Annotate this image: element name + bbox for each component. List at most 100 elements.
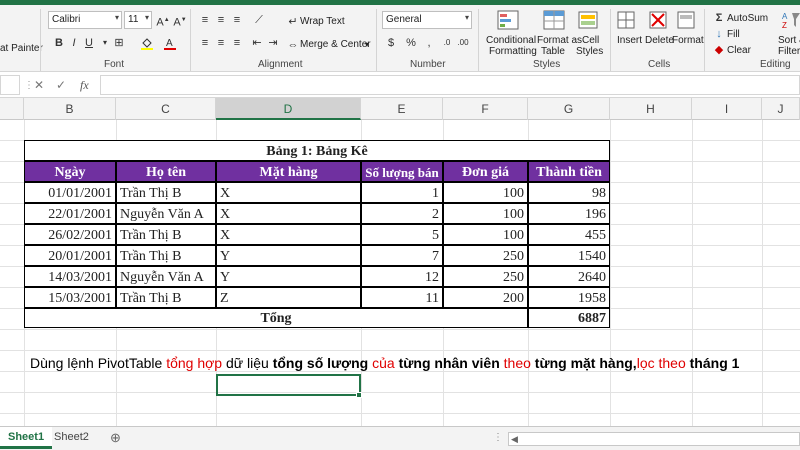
table-cell[interactable]: X xyxy=(216,224,361,245)
name-box[interactable] xyxy=(0,75,20,95)
table-cell[interactable]: 14/03/2001 xyxy=(24,266,116,287)
eraser-icon[interactable]: ◆ xyxy=(712,43,726,57)
increase-decimal-icon[interactable]: .0 xyxy=(440,36,454,50)
column-header-d[interactable]: D xyxy=(216,98,361,120)
table-cell[interactable]: 250 xyxy=(443,266,528,287)
underline-dropdown-icon[interactable]: ▾ xyxy=(98,36,112,50)
chevron-down-icon[interactable]: ▾ xyxy=(365,39,369,51)
scroll-left-icon[interactable]: ◀ xyxy=(511,433,518,445)
format-as-table-button-line2[interactable]: Table xyxy=(541,46,565,58)
column-header-i[interactable]: I xyxy=(692,98,762,120)
enter-icon[interactable]: ✓ xyxy=(56,79,66,91)
selected-cell[interactable] xyxy=(216,374,361,396)
table-cell[interactable]: 196 xyxy=(528,203,610,224)
merge-center-icon[interactable]: ⇔ xyxy=(286,38,300,52)
cell-styles-button-line2[interactable]: Styles xyxy=(576,46,603,58)
wrap-text-button[interactable]: Wrap Text xyxy=(300,16,345,28)
conditional-formatting-button-line2[interactable]: Formatting xyxy=(489,46,537,58)
table-cell[interactable]: 100 xyxy=(443,203,528,224)
format-button[interactable]: Format xyxy=(672,35,704,47)
insert-button[interactable]: Insert xyxy=(617,35,642,47)
wrap-text-icon[interactable]: ↵ xyxy=(286,15,300,29)
insert-function-icon[interactable]: fx xyxy=(80,79,89,91)
borders-icon[interactable]: ⊞ xyxy=(112,36,126,50)
table-header-amount[interactable]: Thành tiền xyxy=(528,161,610,182)
align-left-icon[interactable]: ≡ xyxy=(198,36,212,50)
insert-cells-icon[interactable] xyxy=(614,9,640,33)
table-cell[interactable]: 01/01/2001 xyxy=(24,182,116,203)
clear-button[interactable]: Clear xyxy=(727,45,751,57)
table-cell[interactable]: 26/02/2001 xyxy=(24,224,116,245)
fill-icon[interactable]: ↓ xyxy=(712,27,726,41)
fill-button[interactable]: Fill xyxy=(727,29,740,41)
decrease-font-icon[interactable]: A▼ xyxy=(173,13,187,29)
select-all-corner[interactable] xyxy=(0,98,24,120)
table-cell[interactable]: 22/01/2001 xyxy=(24,203,116,224)
currency-icon[interactable]: $ xyxy=(384,36,398,50)
font-color-icon[interactable]: A xyxy=(163,36,177,50)
column-header-j[interactable]: J xyxy=(762,98,800,120)
table-header-price[interactable]: Đơn giá xyxy=(443,161,528,182)
underline-button[interactable]: U xyxy=(82,36,96,50)
conditional-formatting-icon[interactable] xyxy=(496,9,522,33)
increase-font-icon[interactable]: A▲ xyxy=(156,13,170,29)
total-label[interactable]: Tổng xyxy=(24,308,528,328)
align-middle-icon[interactable]: ≡ xyxy=(214,13,228,27)
delete-cells-icon[interactable] xyxy=(646,9,672,33)
table-cell[interactable]: X xyxy=(216,182,361,203)
column-header-c[interactable]: C xyxy=(116,98,216,120)
autosum-button[interactable]: AutoSum xyxy=(727,13,768,25)
table-cell[interactable]: Trần Thị B xyxy=(116,182,216,203)
table-title[interactable]: Bảng 1: Bảng Kê xyxy=(24,140,610,161)
table-cell[interactable]: 98 xyxy=(528,182,610,203)
table-cell[interactable]: 200 xyxy=(443,287,528,308)
table-cell[interactable]: 12 xyxy=(361,266,443,287)
sort-filter-icon[interactable]: AZ xyxy=(780,9,800,33)
table-header-date[interactable]: Ngày xyxy=(24,161,116,182)
instruction-text[interactable]: Dùng lệnh PivotTable tổng hợp dữ liệu tổ… xyxy=(30,355,739,371)
fill-color-icon[interactable] xyxy=(140,36,154,50)
fill-handle[interactable] xyxy=(356,392,362,398)
table-cell[interactable]: 11 xyxy=(361,287,443,308)
table-cell[interactable]: 1958 xyxy=(528,287,610,308)
align-right-icon[interactable]: ≡ xyxy=(230,36,244,50)
format-as-table-icon[interactable] xyxy=(542,9,568,33)
sheet-tab-sheet2[interactable]: Sheet2 xyxy=(46,427,97,449)
orientation-icon[interactable]: ⟋ xyxy=(252,13,266,27)
table-cell[interactable]: 15/03/2001 xyxy=(24,287,116,308)
horizontal-scrollbar[interactable]: ◀ xyxy=(508,432,800,446)
table-cell[interactable]: 100 xyxy=(443,224,528,245)
decrease-decimal-icon[interactable]: .00 xyxy=(456,36,470,50)
table-cell[interactable]: 20/01/2001 xyxy=(24,245,116,266)
table-cell[interactable]: 5 xyxy=(361,224,443,245)
delete-button[interactable]: Delete xyxy=(645,35,674,47)
table-cell[interactable]: Y xyxy=(216,245,361,266)
table-cell[interactable]: Nguyễn Văn A xyxy=(116,266,216,287)
table-cell[interactable]: 250 xyxy=(443,245,528,266)
table-cell[interactable]: 2640 xyxy=(528,266,610,287)
table-cell[interactable]: 7 xyxy=(361,245,443,266)
table-cell[interactable]: Trần Thị B xyxy=(116,287,216,308)
autosum-icon[interactable]: Σ xyxy=(712,11,726,25)
increase-indent-icon[interactable]: ⇥ xyxy=(266,36,280,50)
format-cells-icon[interactable] xyxy=(674,9,700,33)
add-sheet-icon[interactable]: ⊕ xyxy=(110,431,121,444)
percent-icon[interactable]: % xyxy=(404,36,418,50)
align-top-icon[interactable]: ≡ xyxy=(198,13,212,27)
table-cell[interactable]: Y xyxy=(216,266,361,287)
font-name-combo[interactable]: Calibri ▾ xyxy=(48,11,122,29)
bold-button[interactable]: B xyxy=(52,36,66,50)
cell-styles-icon[interactable] xyxy=(576,9,602,33)
table-cell[interactable]: Trần Thị B xyxy=(116,245,216,266)
table-cell[interactable]: Z xyxy=(216,287,361,308)
decrease-indent-icon[interactable]: ⇤ xyxy=(250,36,264,50)
cancel-icon[interactable]: ✕ xyxy=(34,79,44,91)
comma-style-icon[interactable]: , xyxy=(422,36,436,50)
table-cell[interactable]: 2 xyxy=(361,203,443,224)
table-cell[interactable]: Nguyễn Văn A xyxy=(116,203,216,224)
align-bottom-icon[interactable]: ≡ xyxy=(230,13,244,27)
italic-button[interactable]: I xyxy=(67,36,81,50)
table-cell[interactable]: X xyxy=(216,203,361,224)
format-painter-button[interactable]: at Painter xyxy=(0,43,43,55)
total-value[interactable]: 6887 xyxy=(528,308,610,328)
